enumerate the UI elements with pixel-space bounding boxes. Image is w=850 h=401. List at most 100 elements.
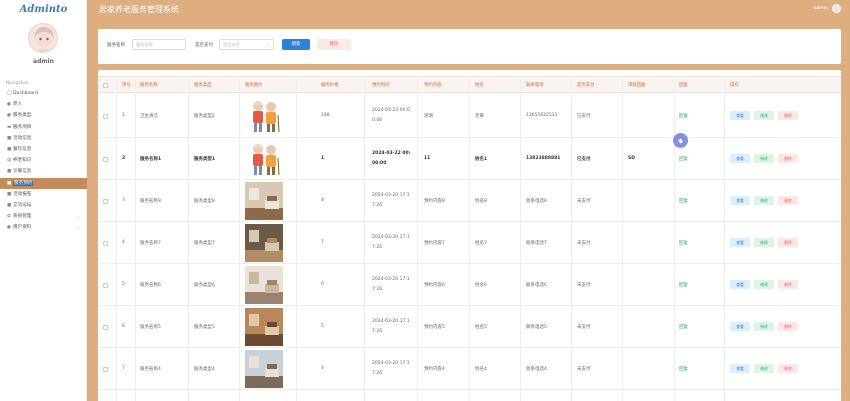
- row-checkbox[interactable]: [103, 367, 108, 372]
- sidebar-item-label: Dashboard: [13, 91, 38, 96]
- topbar-avatar[interactable]: [832, 4, 841, 13]
- cell-paid: 未支付: [577, 199, 591, 204]
- sidebar-item-11[interactable]: ✿ 系统管理 ⌄: [0, 211, 87, 222]
- cell-person: 姓名6: [475, 283, 487, 288]
- cell-price: 6: [321, 282, 324, 287]
- cell-type: 服务类型7: [194, 241, 215, 246]
- cell-phone: 联系电话6: [526, 283, 547, 288]
- delete-button[interactable]: 删除: [778, 238, 798, 247]
- service-image: [245, 182, 283, 220]
- cell-no: 2: [122, 156, 126, 161]
- sidebar-item-6[interactable]: ▤ 养老知识: [0, 155, 87, 166]
- sidebar-item-0[interactable]: ◯Dashboard: [0, 88, 87, 99]
- column-header-time: 预约时间: [372, 83, 390, 88]
- delete-button[interactable]: 删除: [778, 280, 798, 289]
- sidebar-item-9[interactable]: ■ 活动报名: [0, 189, 87, 200]
- sidebar-item-2[interactable]: ● 服务类型: [0, 110, 87, 121]
- cell-content: 预约内容7: [424, 241, 445, 246]
- cell-content: 预约内容6: [424, 283, 445, 288]
- batch-delete-button[interactable]: 删除: [317, 39, 351, 50]
- view-button[interactable]: 查看: [730, 280, 750, 289]
- cell-name: 服务名称6: [140, 283, 161, 288]
- edit-button[interactable]: 修改: [754, 364, 774, 373]
- cell-phone: 13655622531: [526, 113, 558, 118]
- sidebar-item-4[interactable]: ■ 活动信息: [0, 133, 87, 144]
- column-divider: [520, 76, 521, 401]
- cell-time2: 7:26: [372, 203, 383, 208]
- cell-name: 服务名称4: [140, 367, 161, 372]
- sidebar-item-8[interactable]: ■ 服务预约: [0, 177, 87, 189]
- sidebar-item-3[interactable]: ▬ 服务项目: [0, 122, 87, 133]
- cell-phone: 13823888881: [526, 156, 561, 161]
- column-header-review: 审核回复: [628, 83, 646, 88]
- edit-button[interactable]: 修改: [754, 322, 774, 331]
- cell-phone: 联系电话8: [526, 199, 547, 204]
- cell-person: 姓名5: [475, 325, 487, 330]
- search-button[interactable]: 搜索: [282, 39, 310, 50]
- cell-type: 服务类型8: [194, 199, 215, 204]
- view-button[interactable]: 查看: [730, 111, 750, 120]
- sidebar-item-10[interactable]: ■ 交流论坛: [0, 200, 87, 211]
- column-divider: [469, 76, 470, 401]
- nav-section-label: Navigation: [6, 80, 29, 85]
- view-button[interactable]: 查看: [730, 322, 750, 331]
- cell-no: 7: [122, 366, 125, 371]
- edit-button[interactable]: 修改: [754, 196, 774, 205]
- cell-reply[interactable]: 回复: [679, 113, 688, 119]
- row-checkbox[interactable]: [103, 241, 108, 246]
- chevron-down-icon[interactable]: ⌄: [77, 222, 80, 233]
- sidebar-item-label: 诊餐信息: [13, 169, 32, 175]
- cell-name: 服务名称8: [140, 199, 161, 204]
- select-all-checkbox[interactable]: [103, 83, 108, 88]
- view-button[interactable]: 查看: [730, 154, 750, 163]
- row-checkbox[interactable]: [103, 325, 108, 330]
- cell-time2: 7:26: [372, 371, 383, 376]
- cell-time2: 7:26: [372, 329, 383, 334]
- cell-reply[interactable]: 回复: [679, 324, 688, 330]
- view-button[interactable]: 查看: [730, 364, 750, 373]
- column-divider: [239, 76, 240, 401]
- mouse-cursor-icon: [673, 133, 688, 148]
- delete-button[interactable]: 删除: [778, 196, 798, 205]
- topbar-username[interactable]: admin: [814, 6, 828, 11]
- sidebar-item-7[interactable]: ■ 诊餐信息: [0, 166, 87, 177]
- cell-time: 2024-03-20 17:1: [372, 235, 410, 240]
- cell-paid: 未支付: [577, 325, 591, 330]
- filter-bar: 服务名称 服务名称 是否支付 是否支付 ⌄ 搜索 删除: [98, 29, 841, 64]
- cell-no: 5: [122, 282, 125, 287]
- cell-person: 姓名8: [475, 199, 487, 204]
- delete-button[interactable]: 删除: [778, 111, 798, 120]
- service-name-input[interactable]: 服务名称: [132, 39, 186, 50]
- delete-button[interactable]: 删除: [778, 154, 798, 163]
- cell-type: 服务类型2: [194, 114, 215, 119]
- column-divider: [188, 76, 189, 401]
- view-button[interactable]: 查看: [730, 196, 750, 205]
- logo: Adminto: [19, 4, 68, 15]
- sidebar-item-5[interactable]: ■ 餐饮信息: [0, 144, 87, 155]
- chevron-down-icon[interactable]: ⌄: [77, 211, 80, 222]
- avatar[interactable]: [28, 23, 58, 53]
- sidebar-item-label: 养老知识: [13, 158, 32, 164]
- edit-button[interactable]: 修改: [754, 111, 774, 120]
- edit-button[interactable]: 修改: [754, 280, 774, 289]
- cell-reply[interactable]: 回复: [679, 366, 688, 372]
- edit-button[interactable]: 修改: [754, 238, 774, 247]
- cell-reply[interactable]: 回复: [679, 198, 688, 204]
- cell-reply[interactable]: 回复: [679, 240, 688, 246]
- edit-button[interactable]: 修改: [754, 154, 774, 163]
- row-checkbox[interactable]: [103, 157, 108, 162]
- row-checkbox[interactable]: [103, 114, 108, 119]
- delete-button[interactable]: 删除: [778, 322, 798, 331]
- column-divider: [724, 76, 725, 401]
- cell-reply[interactable]: 回复: [679, 282, 688, 288]
- pay-status-select[interactable]: 是否支付 ⌄: [219, 39, 274, 50]
- cell-reply[interactable]: 回复: [679, 156, 688, 162]
- row-checkbox[interactable]: [103, 199, 108, 204]
- sidebar-item-12[interactable]: ● 用户资料 ⌄: [0, 222, 87, 233]
- sidebar: Adminto admin Navigation ◯Dashboard ● 老人 ● 服…: [0, 0, 87, 401]
- row-checkbox[interactable]: [103, 283, 108, 288]
- sidebar-item-1[interactable]: ● 老人: [0, 99, 87, 110]
- delete-button[interactable]: 删除: [778, 364, 798, 373]
- cell-person: 姓名7: [475, 241, 487, 246]
- view-button[interactable]: 查看: [730, 238, 750, 247]
